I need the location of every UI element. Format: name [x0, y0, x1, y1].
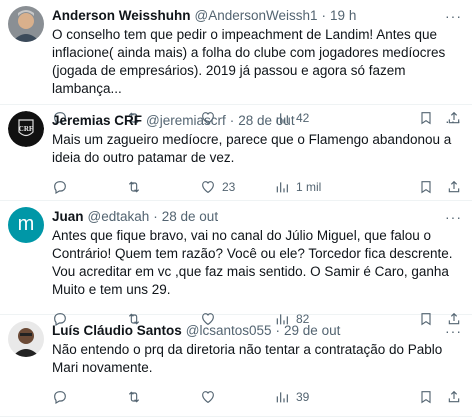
avatar[interactable]: m [8, 207, 44, 243]
separator-dot: · [229, 112, 235, 128]
views-button[interactable]: 1 mil [274, 179, 352, 195]
tweet[interactable]: Luís Cláudio Santos @lcsantos055 · 29 de… [0, 315, 472, 417]
tweet-header: Jeremias CRF @jeremiascrf · 28 de out [52, 111, 462, 129]
author-name[interactable]: Juan [52, 209, 84, 224]
avatar-letter: m [17, 212, 35, 235]
analytics-icon [276, 392, 288, 403]
avatar[interactable] [8, 321, 44, 357]
avatar[interactable]: CRF [8, 111, 44, 147]
author-name[interactable]: Jeremias CRF [52, 113, 142, 128]
tweet[interactable]: CRF Jeremias CRF @jeremiascrf · 28 de ou… [0, 105, 472, 201]
reply-icon [54, 391, 66, 405]
bookmark-button[interactable] [418, 179, 434, 195]
tweet-actions: 39 [52, 385, 462, 409]
separator-dot: · [321, 7, 327, 23]
view-count: 39 [296, 390, 310, 404]
author-handle[interactable]: @jeremiascrf [146, 113, 226, 128]
like-count: 23 [222, 180, 236, 194]
bookmark-button[interactable] [418, 389, 434, 405]
svg-text:CRF: CRF [19, 125, 33, 133]
retweet-button[interactable] [126, 389, 200, 405]
timestamp[interactable]: 28 de out [162, 209, 218, 224]
tweet[interactable]: Anderson Weisshuhn @AndersonWeissh1 · 19… [0, 0, 472, 126]
views-button[interactable]: 39 [274, 389, 352, 405]
timestamp[interactable]: 28 de out [238, 113, 294, 128]
author-handle[interactable]: @AndersonWeissh1 [195, 8, 318, 23]
reply-icon [54, 181, 66, 195]
heart-icon [202, 391, 214, 404]
author-handle[interactable]: @lcsantos055 [186, 323, 272, 338]
tweet-text: Não entendo o prq da diretoria não tenta… [52, 342, 443, 375]
separator-dot: · [275, 322, 281, 338]
view-count: 1 mil [296, 180, 322, 194]
reply-button[interactable] [52, 179, 126, 195]
timestamp[interactable]: 19 h [330, 8, 356, 23]
timestamp[interactable]: 29 de out [284, 323, 340, 338]
avatar[interactable] [8, 6, 44, 42]
bookmark-icon [421, 181, 431, 194]
share-button[interactable] [446, 179, 462, 195]
author-name[interactable]: Luís Cláudio Santos [52, 323, 182, 338]
retweet-icon [128, 391, 140, 403]
like-button[interactable]: 23 [200, 179, 274, 195]
tweet-actions: 23 1 mil [52, 175, 462, 199]
retweet-button[interactable] [126, 179, 200, 195]
share-icon [448, 390, 460, 403]
like-button[interactable] [200, 389, 274, 405]
share-icon [448, 180, 460, 193]
bookmark-icon [421, 391, 431, 404]
analytics-icon [276, 182, 288, 193]
author-name[interactable]: Anderson Weisshuhn [52, 8, 191, 23]
more-icon[interactable]: ··· [445, 113, 462, 129]
tweet[interactable]: m Juan @edtakah · 28 de out ··· Antes qu… [0, 201, 472, 327]
author-handle[interactable]: @edtakah [88, 209, 150, 224]
tweet-text: Antes que fique bravo, vai no canal do J… [52, 228, 453, 297]
retweet-icon [128, 181, 140, 193]
tweet-text: O conselho tem que pedir o impeachment d… [52, 27, 446, 96]
share-button[interactable] [446, 389, 462, 405]
separator-dot: · [153, 208, 158, 224]
more-icon[interactable]: ··· [445, 323, 462, 339]
heart-icon [202, 181, 214, 194]
tweet-header: Luís Cláudio Santos @lcsantos055 · 29 de… [52, 321, 462, 339]
reply-button[interactable] [52, 389, 126, 405]
tweet-header: Anderson Weisshuhn @AndersonWeissh1 · 19… [52, 6, 462, 24]
tweet-text: Mais um zagueiro medíocre, parece que o … [52, 132, 452, 165]
more-icon[interactable]: ··· [445, 8, 462, 24]
more-icon[interactable]: ··· [445, 209, 462, 225]
tweet-header: Juan @edtakah · 28 de out [52, 207, 462, 225]
